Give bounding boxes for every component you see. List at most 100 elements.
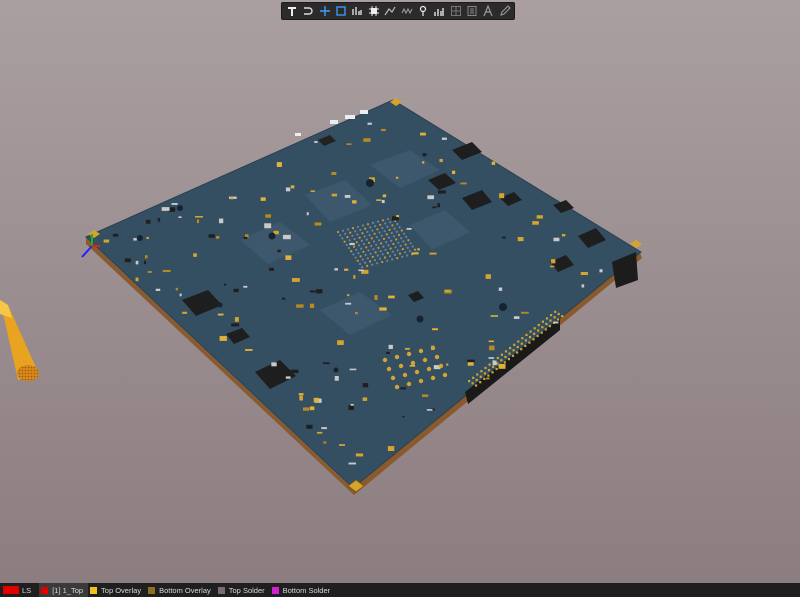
bga-ball xyxy=(397,241,400,244)
test-point xyxy=(422,357,428,363)
bga-ball xyxy=(357,244,361,247)
document-tool-icon[interactable] xyxy=(465,3,479,19)
bga-ball xyxy=(402,232,406,235)
layer-tab-top-solder[interactable]: Top Solder xyxy=(216,583,270,597)
bga-ball xyxy=(388,228,391,231)
header-pin xyxy=(541,326,544,329)
smd-part xyxy=(432,206,437,209)
smd-part xyxy=(265,214,272,218)
smd-part xyxy=(260,197,266,201)
bga-ball xyxy=(394,246,397,249)
smd-part xyxy=(422,161,425,164)
smd-part xyxy=(331,193,338,197)
grid-tool-icon[interactable] xyxy=(449,3,463,19)
layer-set-label[interactable]: LS xyxy=(22,586,31,595)
smd-part xyxy=(599,269,603,273)
pcb-board[interactable] xyxy=(85,99,642,489)
crosshair-tool-icon[interactable] xyxy=(318,3,332,19)
bga-ball xyxy=(351,227,355,230)
bga-ball xyxy=(374,251,377,254)
bga-ball xyxy=(349,231,352,234)
layer-tab-top-overlay[interactable]: Top Overlay xyxy=(88,583,146,597)
layer-color-swatch xyxy=(41,586,49,594)
smd-part xyxy=(161,207,170,211)
edit-pen-icon[interactable] xyxy=(498,3,512,19)
smd-part xyxy=(282,234,291,240)
header-pin xyxy=(545,317,549,320)
smd-part xyxy=(348,462,356,465)
smd-part xyxy=(216,236,220,239)
smd-part xyxy=(437,190,446,194)
smd-part xyxy=(381,199,385,204)
smd-part xyxy=(218,218,224,224)
test-point xyxy=(418,348,424,354)
chart-tool-icon[interactable] xyxy=(350,3,364,19)
bga-ball xyxy=(396,257,399,260)
header-pin xyxy=(550,314,553,317)
bga-ball xyxy=(390,232,393,235)
bga-ball xyxy=(339,234,342,237)
smd-part xyxy=(460,182,467,185)
header-pin xyxy=(484,366,487,369)
component-place-icon[interactable] xyxy=(367,3,381,19)
pcb-3d-view[interactable] xyxy=(0,0,800,583)
test-point xyxy=(426,366,432,372)
probe-tool-icon[interactable] xyxy=(416,3,430,19)
smd-part xyxy=(157,218,161,222)
smd-part xyxy=(268,267,274,271)
layer-tab-top[interactable]: [1] 1_Top xyxy=(39,583,89,597)
bga-ball xyxy=(387,236,391,239)
smd-part xyxy=(491,161,496,165)
test-point xyxy=(386,366,392,372)
layer-tab-bottom-solder[interactable]: Bottom Solder xyxy=(270,583,336,597)
bga-ball xyxy=(366,257,369,260)
smd-part xyxy=(439,158,443,163)
bga-ball xyxy=(369,226,372,229)
smd-part xyxy=(388,344,393,349)
header-pin xyxy=(537,323,540,327)
header-pin xyxy=(488,363,491,366)
bga-ball xyxy=(405,235,408,238)
header-pin xyxy=(549,319,552,322)
header-pin xyxy=(557,318,560,321)
bga-ball xyxy=(346,228,350,231)
smd-part xyxy=(490,315,499,317)
text-string-icon[interactable] xyxy=(481,3,495,19)
layer-color-swatch xyxy=(148,586,156,594)
smd-part xyxy=(467,359,475,363)
header-pin xyxy=(533,332,536,335)
bga-ball xyxy=(341,237,344,240)
bga-ball xyxy=(388,255,392,258)
text-tool-icon[interactable] xyxy=(285,3,299,19)
test-point xyxy=(390,375,396,381)
smd-part xyxy=(420,132,426,136)
bar-graph-icon[interactable] xyxy=(432,3,446,19)
rectangle-select-icon[interactable] xyxy=(334,3,348,19)
3d-viewport[interactable] xyxy=(0,0,800,583)
waveform-tool-icon[interactable] xyxy=(400,3,414,19)
bga-ball xyxy=(406,246,409,249)
bga-ball xyxy=(355,241,358,244)
smd-part xyxy=(404,347,410,350)
bga-ball xyxy=(356,225,360,228)
route-tool-icon[interactable] xyxy=(383,3,397,19)
bga-ball xyxy=(389,247,392,250)
header-pin xyxy=(532,338,535,341)
header-pin xyxy=(509,347,512,350)
smd-part xyxy=(208,234,215,238)
layer-tab-bottom-overlay[interactable]: Bottom Overlay xyxy=(146,583,216,597)
header-pin xyxy=(548,325,551,328)
smd-part xyxy=(451,170,456,175)
header-pin xyxy=(496,356,499,360)
smd-part xyxy=(362,397,368,401)
header-pin xyxy=(528,336,532,339)
smd-part xyxy=(355,453,364,457)
header-pin xyxy=(524,339,527,342)
line-tool-icon[interactable] xyxy=(301,3,315,19)
layer-set-indicator[interactable] xyxy=(3,586,19,594)
bga-ball xyxy=(383,256,387,259)
layer-tab-label: Top Overlay xyxy=(101,585,142,595)
header-pin xyxy=(536,334,539,338)
bga-ball xyxy=(373,259,377,262)
bga-ball xyxy=(381,226,384,230)
